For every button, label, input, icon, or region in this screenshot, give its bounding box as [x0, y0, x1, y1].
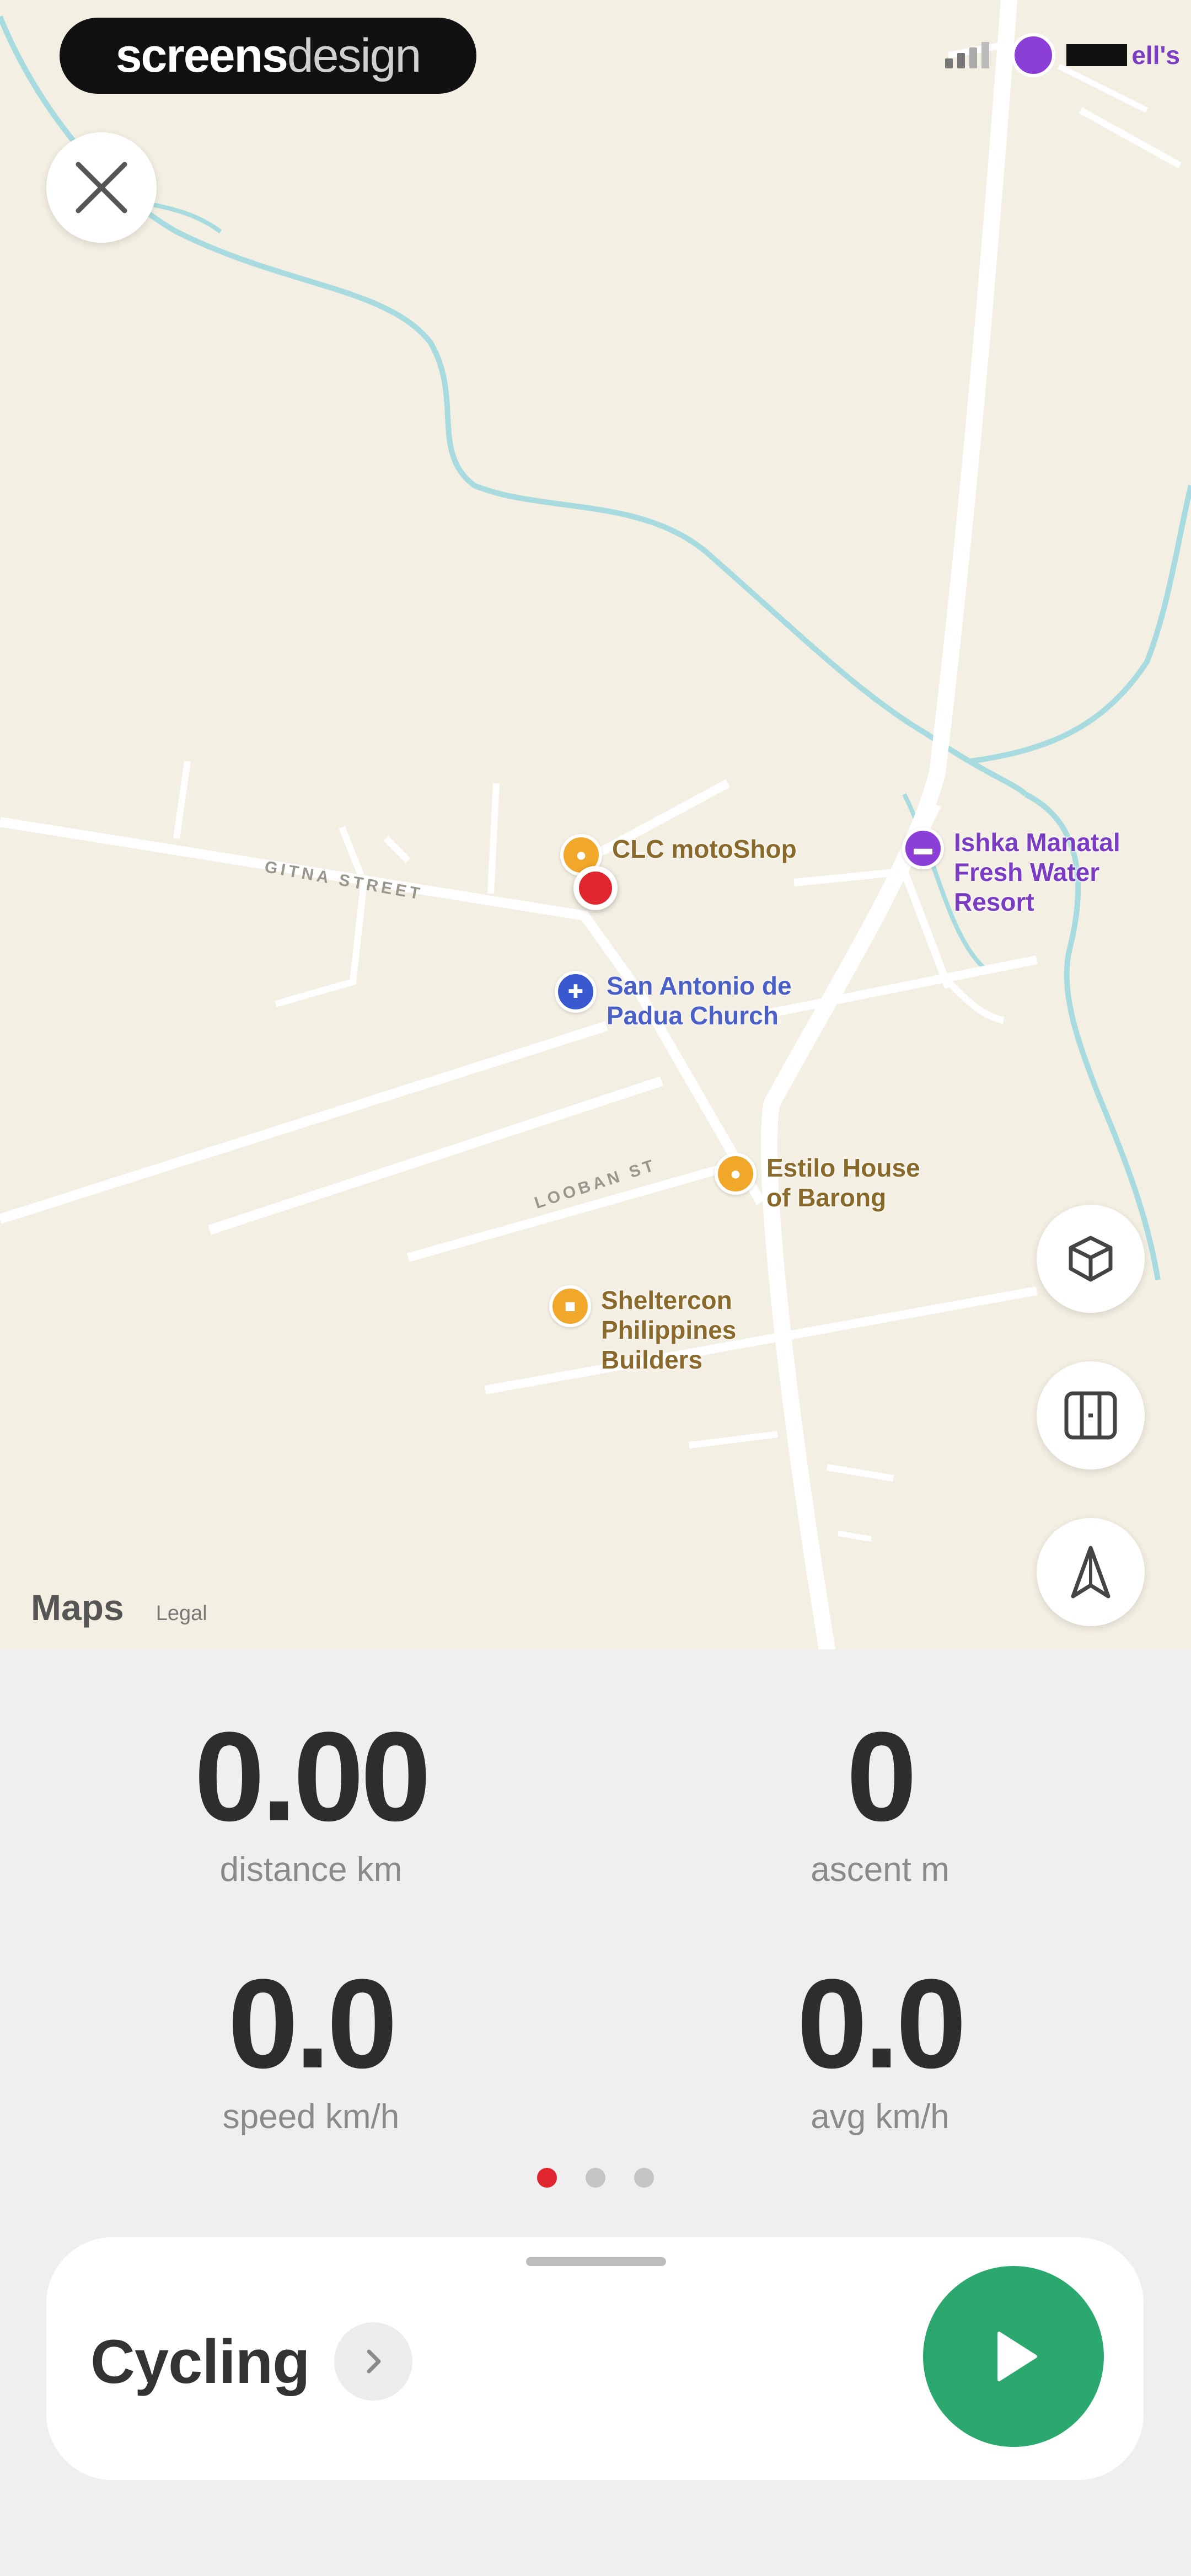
close-button[interactable] [46, 132, 157, 243]
maps-attribution: Maps Legal [31, 1586, 207, 1628]
stat-avg-speed: 0.0 avg km/h [709, 1960, 1051, 2136]
compass-arrow-icon [1071, 1546, 1110, 1599]
redacted-block [1066, 44, 1128, 66]
activity-selector[interactable]: Cycling [90, 2322, 412, 2401]
poi-label: Estilo House of Barong [766, 1153, 920, 1212]
stat-label: distance km [219, 1851, 403, 1889]
compass-button[interactable] [1037, 1518, 1145, 1626]
chevron-right-glyph [367, 2349, 381, 2374]
apple-maps-logo: Maps [31, 1587, 124, 1628]
map-layers-button[interactable] [1037, 1205, 1145, 1313]
stat-label: ascent m [811, 1851, 949, 1889]
hotel-icon: ▬ [902, 827, 944, 869]
legal-link[interactable]: Legal [156, 1602, 207, 1626]
status-place-label: ell's [1131, 41, 1180, 70]
map-base-layer [0, 0, 1191, 1649]
stat-label: speed km/h [222, 2098, 400, 2136]
poi-label: Ishka Manatal Fresh Water Resort [954, 828, 1120, 916]
signal-icon [941, 42, 990, 68]
page-indicator[interactable] [0, 2168, 1191, 2188]
screen: GITNA STREET LOOBAN ST ● CLC motoShop ▬ … [0, 0, 1191, 2576]
activity-sheet[interactable]: Cycling [46, 2237, 1144, 2480]
stat-label: avg km/h [811, 2098, 949, 2136]
map-view[interactable]: GITNA STREET LOOBAN ST ● CLC motoShop ▬ … [0, 0, 1191, 1649]
layers-icon [1069, 1236, 1113, 1282]
page-dot[interactable] [586, 2168, 605, 2188]
stat-value: 0.0 [797, 1953, 967, 2094]
poi-estilo-house[interactable]: ● Estilo House of Barong [715, 1153, 920, 1212]
poi-ishka-manatal[interactable]: ▬ Ishka Manatal Fresh Water Resort [902, 827, 1120, 917]
page-dot-active[interactable] [537, 2168, 557, 2188]
stat-ascent: 0 ascent m [709, 1713, 1051, 1889]
stat-value: 0.00 [194, 1706, 431, 1847]
watermark-logo: screens design [60, 18, 476, 94]
chevron-right-icon[interactable] [334, 2322, 412, 2401]
start-button[interactable] [923, 2266, 1104, 2447]
map-type-button[interactable] [1037, 1361, 1145, 1469]
play-icon [997, 2332, 1037, 2381]
poi-sheltercon[interactable]: ■ Sheltercon Philippines Builders [549, 1285, 736, 1375]
status-bar-right: ell's [941, 33, 1180, 77]
poi-san-antonio-church[interactable]: ✚ San Antonio de Padua Church [555, 971, 792, 1030]
current-location-pin [573, 866, 618, 910]
church-icon: ✚ [555, 971, 597, 1013]
briefcase-icon: ■ [549, 1285, 591, 1327]
watermark-light: design [287, 29, 421, 82]
poi-label: CLC motoShop [612, 835, 797, 863]
close-icon [76, 162, 127, 213]
sheet-drag-handle[interactable] [526, 2257, 666, 2266]
shopping-bag-icon: ● [715, 1153, 757, 1195]
map-icon [1064, 1391, 1117, 1440]
watermark-bold: screens [115, 29, 288, 82]
poi-label: San Antonio de Padua Church [607, 971, 792, 1030]
stat-value: 0 [846, 1706, 917, 1847]
page-dot[interactable] [634, 2168, 654, 2188]
hotel-icon [1011, 33, 1056, 77]
stat-speed: 0.0 speed km/h [140, 1960, 482, 2136]
poi-label: Sheltercon Philippines Builders [601, 1286, 737, 1374]
activity-label[interactable]: Cycling [90, 2326, 310, 2397]
stat-distance: 0.00 distance km [140, 1713, 482, 1889]
stat-value: 0.0 [228, 1953, 398, 2094]
